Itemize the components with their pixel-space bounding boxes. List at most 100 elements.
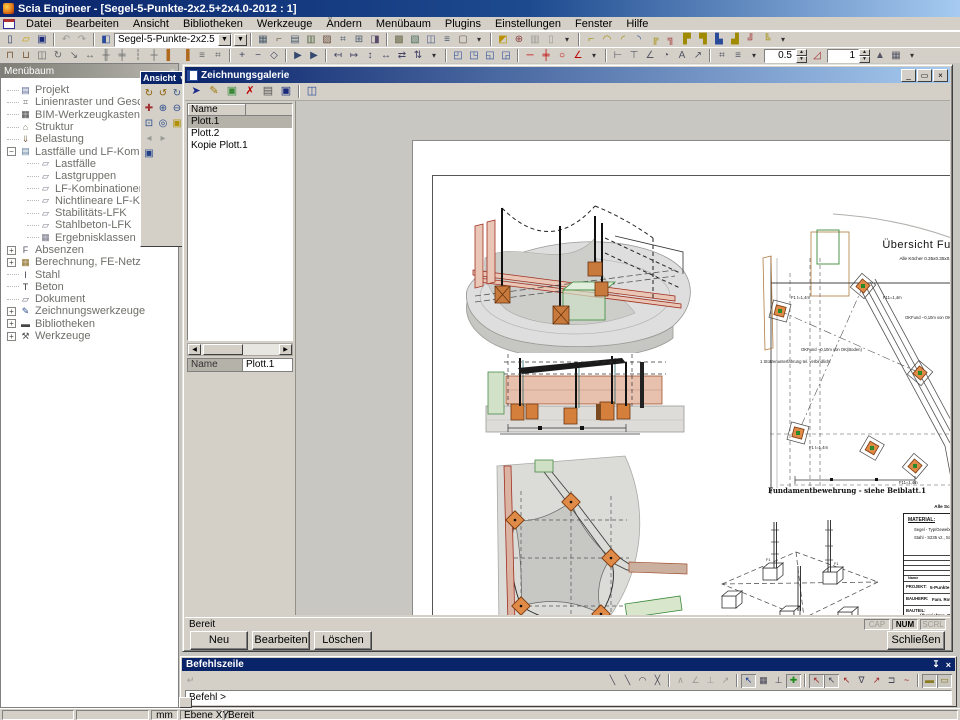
list-horizontal-scrollbar[interactable]: ◀ ▶	[187, 343, 293, 356]
tree-item[interactable]: ΙStahl	[7, 268, 178, 280]
dropdown-arrow-icon[interactable]: ▾	[586, 49, 602, 63]
undo-icon[interactable]: ↶	[58, 33, 74, 47]
zoom-window-icon[interactable]: ⊡	[142, 116, 156, 131]
layer-grid-icon[interactable]: ▦	[888, 49, 904, 63]
image-icon[interactable]: ▢	[455, 33, 471, 47]
tree-item[interactable]: +✎Zeichnungswerkzeuge	[7, 305, 178, 317]
menu-item[interactable]: Bearbeiten	[59, 17, 126, 31]
next-view-icon[interactable]: ▸	[156, 131, 170, 146]
project-manager-icon[interactable]: ◧	[98, 33, 114, 47]
statistics-icon[interactable]: ▥	[527, 33, 543, 47]
tree-item[interactable]: +▦Berechnung, FE-Netz	[7, 256, 178, 268]
gallery-caption[interactable]: Zeichnungsgalerie _ ▭ ×	[185, 67, 950, 83]
text-label-icon[interactable]: A	[674, 49, 690, 63]
snap-line-icon[interactable]: ╲	[605, 674, 620, 688]
palette-icon[interactable]: ◩	[495, 33, 511, 47]
profile-l-icon[interactable]: ⌐	[583, 33, 599, 47]
scale-spinner-buttons[interactable]: ▲▼	[796, 49, 807, 63]
draw-rectangle-icon[interactable]: ╪	[538, 49, 554, 63]
send-to-graphics-icon[interactable]: ◫	[303, 84, 321, 100]
scale-element-icon[interactable]: ↘	[66, 49, 82, 63]
delete-plot-icon[interactable]: ✗	[241, 84, 259, 100]
load-panel-icon[interactable]: ▥	[303, 33, 319, 47]
project-extra-dropdown-icon[interactable]: ▼	[234, 34, 247, 46]
redo-icon[interactable]: ↷	[74, 33, 90, 47]
copy-element-icon[interactable]: ⊔	[18, 49, 34, 63]
snap-point-red-icon[interactable]: ↖	[809, 674, 824, 688]
mesh-icon[interactable]: ⌗	[335, 33, 351, 47]
save-icon[interactable]: ▣	[34, 33, 50, 47]
draw-circle-icon[interactable]: ○	[554, 49, 570, 63]
cursor-snap-icon[interactable]: ↖	[741, 674, 756, 688]
profile-block3-icon[interactable]: ▙	[711, 33, 727, 47]
property-value[interactable]: Plott.1	[243, 358, 293, 372]
count-spinner[interactable]: 1 ▲▼	[827, 49, 870, 63]
profile-block4-icon[interactable]: ▟	[727, 33, 743, 47]
list-header-row[interactable]: Name	[188, 104, 292, 116]
tree-expander[interactable]: +	[7, 258, 16, 267]
spin-up-icon[interactable]: ▲	[859, 49, 870, 56]
profile-frame-icon[interactable]: ╔	[647, 33, 663, 47]
snap-off-icon[interactable]: ╳	[650, 674, 665, 688]
close-icon[interactable]: ×	[933, 69, 948, 82]
move-node-icon[interactable]: ⊓	[2, 49, 18, 63]
snap-perpendicular-icon[interactable]: ⊥	[703, 674, 718, 688]
mirror-icon[interactable]: ◫	[34, 49, 50, 63]
tree-item[interactable]: +▬Bibliotheken	[7, 318, 178, 330]
tree-expander[interactable]: +	[7, 319, 16, 328]
document-preview-icon[interactable]: ▧	[407, 33, 423, 47]
dim-horizontal-icon[interactable]: ⊢	[610, 49, 626, 63]
stack-icon[interactable]: ≡	[194, 49, 210, 63]
snap-triangle-icon[interactable]: ∇	[854, 674, 869, 688]
scale-spinner-value[interactable]: 0.5	[764, 49, 796, 63]
stretch-icon[interactable]: ↔	[82, 49, 98, 63]
pin-icon[interactable]: ↧	[932, 659, 940, 670]
clipboard-icon[interactable]: ▨	[319, 33, 335, 47]
menu-item[interactable]: Werkzeuge	[250, 17, 319, 31]
count-spinner-value[interactable]: 1	[827, 49, 859, 63]
draw-line-icon[interactable]: ─	[522, 49, 538, 63]
snap-line2-icon[interactable]: ╲	[620, 674, 635, 688]
menu-item[interactable]: Ändern	[319, 17, 368, 31]
level-up-icon[interactable]: ▲	[872, 49, 888, 63]
notes-icon[interactable]: ▯	[543, 33, 559, 47]
gallery-canvas[interactable]: Übersicht Fundamente Alle Köcher 0.35x0.…	[295, 101, 950, 615]
beam-icon[interactable]: ⌐	[271, 33, 287, 47]
new-button[interactable]: Neu	[190, 631, 248, 650]
rotate-element-icon[interactable]: ↻	[50, 49, 66, 63]
profile-close-icon[interactable]: ╝	[743, 33, 759, 47]
align-vertical-icon[interactable]: ↕	[362, 49, 378, 63]
tree-expander[interactable]: −	[7, 147, 16, 156]
combobox-dropdown-icon[interactable]: ▼	[218, 34, 231, 46]
layers-icon[interactable]: ≡	[439, 33, 455, 47]
pan-view-icon[interactable]: ✚	[142, 101, 156, 116]
menu-item[interactable]: Hilfe	[619, 17, 655, 31]
dropdown-arrow-icon[interactable]: ▾	[775, 33, 791, 47]
section-icon[interactable]: ◨	[367, 33, 383, 47]
menu-item[interactable]: Menübaum	[369, 17, 438, 31]
delete-button[interactable]: Löschen	[314, 631, 372, 650]
profile-block-icon[interactable]: ▛	[679, 33, 695, 47]
dropdown-arrow-icon[interactable]: ▾	[471, 33, 487, 47]
project-combobox[interactable]: Segel-5-Punkte-2x2.5 ▼	[114, 33, 232, 47]
array-right-icon[interactable]: ▐	[178, 49, 194, 63]
structure-model-icon[interactable]: ▦	[255, 33, 271, 47]
picture-gallery-icon[interactable]: ◫	[423, 33, 439, 47]
select-add-icon[interactable]: +	[234, 49, 250, 63]
menu-item[interactable]: Ansicht	[126, 17, 176, 31]
cascade-windows-icon[interactable]: ◳	[466, 49, 482, 63]
view-3d-window-icon[interactable]: ▣	[142, 146, 156, 161]
zoom-in-icon[interactable]: ⊕	[156, 101, 170, 116]
dot-grid2-icon[interactable]: ▭	[937, 674, 952, 688]
menu-item[interactable]: Fenster	[568, 17, 619, 31]
profile-corner2-icon[interactable]: ◝	[631, 33, 647, 47]
break-icon[interactable]: ┆	[130, 49, 146, 63]
close-button[interactable]: Schließen	[887, 631, 945, 650]
minimize-icon[interactable]: _	[901, 69, 916, 82]
rotate-view-left-icon[interactable]: ↺	[156, 86, 170, 101]
snap-delete-icon[interactable]: ↖	[839, 674, 854, 688]
hatch-icon[interactable]: ⌗	[210, 49, 226, 63]
dropdown-arrow-icon[interactable]: ▾	[904, 49, 920, 63]
distribute-icon[interactable]: ⇄	[394, 49, 410, 63]
gallery-list-item[interactable]: Kopie Plott.1	[188, 140, 292, 152]
